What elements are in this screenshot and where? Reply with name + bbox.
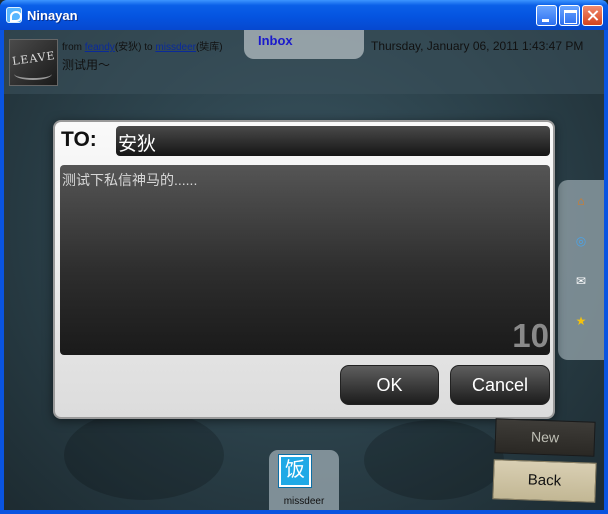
client-area: LEAVE from feandy(安狄) to missdeer(奘库) 测试… <box>4 30 604 510</box>
inbox-tab-label: Inbox <box>258 33 293 48</box>
maximize-button[interactable] <box>559 5 580 26</box>
recipient-input[interactable]: 安狄 <box>116 126 550 156</box>
message-timestamp: Thursday, January 06, 2011 1:43:47 PM <box>371 39 584 53</box>
cancel-button[interactable]: Cancel <box>450 365 550 405</box>
app-icon <box>6 7 22 23</box>
message-body-input[interactable]: 测试下私信神马的...... 10 <box>60 165 550 355</box>
new-button[interactable]: New <box>494 418 596 457</box>
to-word: to <box>141 42 156 53</box>
message-body-text: 测试下私信神马的...... <box>62 172 198 188</box>
from-prefix: from <box>62 42 85 53</box>
back-button[interactable]: Back <box>492 459 597 503</box>
user-tab-label: missdeer <box>283 496 325 507</box>
avatar-art-stroke <box>14 68 52 80</box>
app-window: Ninayan LEAVE from feandy(安狄) to missdee… <box>0 0 608 514</box>
ok-button[interactable]: OK <box>340 365 439 405</box>
star-icon[interactable]: ★ <box>574 314 588 328</box>
inbox-tab[interactable]: Inbox <box>244 30 364 59</box>
character-count: 10 <box>512 317 549 354</box>
compose-message-dialog: TO: 安狄 测试下私信神马的...... 10 OK Cancel <box>53 120 555 419</box>
background-shape <box>364 420 504 500</box>
message-from-line: from feandy(安狄) to missdeer(奘库) <box>62 38 223 53</box>
user-app-icon: 饭 <box>279 455 311 487</box>
avatar-art: LEAVE <box>11 49 57 68</box>
user-tab[interactable]: 饭 missdeer <box>269 450 339 510</box>
minimize-button[interactable] <box>536 5 557 26</box>
side-action-panel: ⌂ ◎ ✉ ★ <box>558 180 604 360</box>
to-label: TO: <box>61 128 97 151</box>
globe-icon[interactable]: ◎ <box>574 234 588 248</box>
recipient-alias: (奘库) <box>195 42 223 53</box>
home-icon[interactable]: ⌂ <box>574 194 588 208</box>
close-button[interactable] <box>582 5 603 26</box>
message-text: 测试用～ <box>62 58 111 72</box>
sender-alias: (安狄) <box>114 42 142 53</box>
title-bar[interactable]: Ninayan <box>0 0 608 30</box>
mail-icon[interactable]: ✉ <box>574 274 588 288</box>
window-title: Ninayan <box>27 8 78 23</box>
sender-link[interactable]: feandy <box>85 42 115 53</box>
recipient-link[interactable]: missdeer <box>155 42 196 53</box>
sender-avatar[interactable]: LEAVE <box>9 39 58 86</box>
background-shape <box>64 410 224 500</box>
